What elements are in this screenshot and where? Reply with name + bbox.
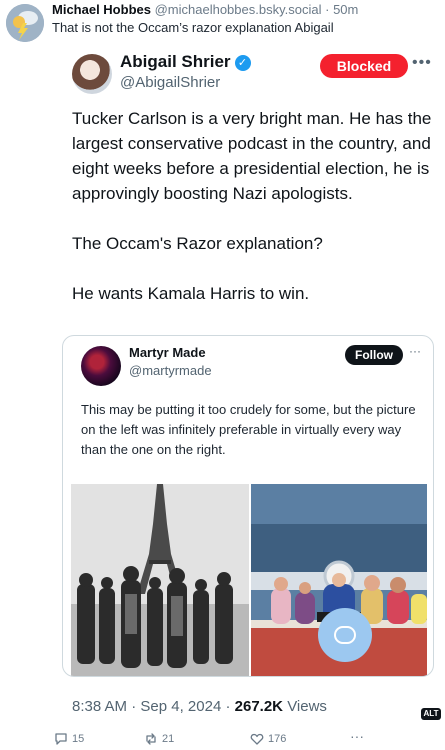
weather-avatar-icon <box>6 4 44 42</box>
photo-left <box>71 484 249 676</box>
tweet-author-handle: @AbigailShrier <box>120 74 221 91</box>
tweet-author-name: Abigail Shrier ✓ <box>120 52 251 72</box>
post-text: That is not the Occam’s razor explanatio… <box>52 20 334 35</box>
views-count: 267.2K <box>234 698 284 715</box>
tweet-body: Tucker Carlson is a very bright man. He … <box>72 106 434 331</box>
tweet-paragraph: He wants Kamala Harris to win. <box>72 284 310 303</box>
quoted-author-name: Martyr Made <box>129 345 206 360</box>
verified-icon: ✓ <box>234 55 251 71</box>
like-count: 176 <box>268 733 287 745</box>
tweet-paragraph: The Occam's Razor explanation? <box>72 234 323 253</box>
eiffel-tower-photo <box>71 484 249 676</box>
embedded-screenshot[interactable]: Abigail Shrier ✓ @AbigailShrier Blocked •… <box>52 40 442 730</box>
quoted-tweet: Martyr Made @martyrmade Follow ··· This … <box>62 335 434 677</box>
separator: · <box>131 698 137 715</box>
avatar[interactable] <box>6 4 44 42</box>
post-actions: 15 21 176 ··· <box>52 728 442 748</box>
repost-count: 21 <box>162 733 175 745</box>
quoted-author-handle: @martyrmade <box>129 363 212 378</box>
views-label: Views <box>287 698 327 715</box>
separator: · <box>325 2 330 17</box>
like-button[interactable]: 176 <box>250 732 286 746</box>
tweet-time: 8:38 AM <box>72 698 128 715</box>
post-header: Michael Hobbes @michaelhobbes.bsky.socia… <box>52 2 358 17</box>
author-handle[interactable]: @michaelhobbes.bsky.social <box>155 2 322 17</box>
ellipsis-icon[interactable]: ··· <box>350 728 364 744</box>
tweet-meta: 8:38 AM · Sep 4, 2024 · 267.2K Views <box>72 698 327 715</box>
bluesky-post: Michael Hobbes @michaelhobbes.bsky.socia… <box>0 0 445 750</box>
heart-icon <box>250 733 264 745</box>
author-name[interactable]: Michael Hobbes <box>52 2 151 17</box>
separator: · <box>225 698 231 715</box>
compose-button[interactable] <box>318 608 372 662</box>
blocked-button: Blocked <box>320 54 408 78</box>
compose-icon <box>334 626 356 644</box>
reply-count: 15 <box>72 733 85 745</box>
tweet-date: Sep 4, 2024 <box>140 698 222 715</box>
post-time[interactable]: 50m <box>333 2 358 17</box>
tweet-author-avatar <box>72 54 112 94</box>
quoted-more-icon: ··· <box>409 344 421 358</box>
more-icon: ••• <box>412 54 432 71</box>
follow-button: Follow <box>345 345 403 365</box>
reply-button[interactable]: 15 <box>54 732 84 746</box>
repost-arrows-icon <box>146 733 156 745</box>
quoted-text: This may be putting it too crudely for s… <box>81 402 416 457</box>
alt-badge[interactable]: ALT <box>421 708 441 720</box>
quoted-author-avatar <box>81 346 121 386</box>
tweet-paragraph: Tucker Carlson is a very bright man. He … <box>72 109 432 203</box>
tweet-author-name-text: Abigail Shrier <box>120 52 231 71</box>
speech-bubble-icon <box>55 733 67 745</box>
repost-button[interactable]: 21 <box>144 732 174 746</box>
